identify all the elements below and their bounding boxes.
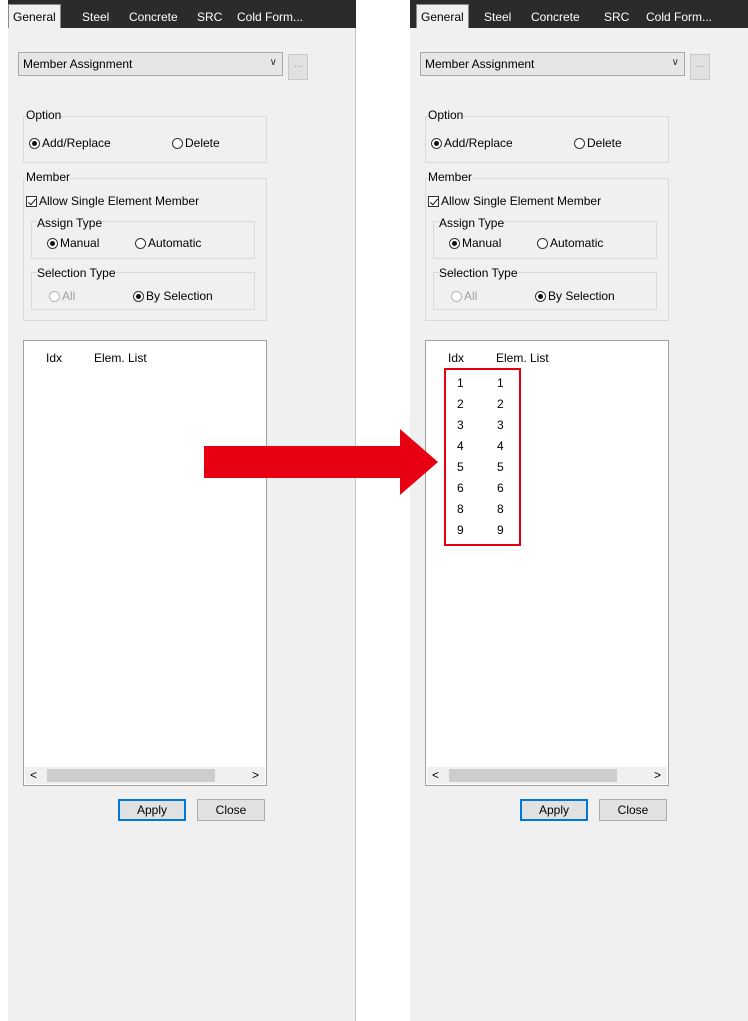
close-button[interactable]: Close (197, 799, 265, 821)
by-selection-radio[interactable]: By Selection (535, 288, 615, 304)
delete-label: Delete (587, 136, 622, 150)
scroll-right-arrow-icon[interactable]: > (654, 768, 661, 782)
scroll-right-arrow-icon[interactable]: > (252, 768, 259, 782)
assign-type-group: Assign Type Manual Automatic (31, 216, 255, 259)
checkbox-checked-icon (26, 196, 37, 208)
radio-checked-icon (431, 138, 442, 150)
radio-unchecked-icon (451, 291, 462, 303)
assign-type-title: Assign Type (37, 216, 103, 230)
by-selection-label: By Selection (548, 289, 615, 303)
radio-checked-icon (449, 238, 460, 250)
assign-type-title: Assign Type (439, 216, 505, 230)
radio-unchecked-icon (49, 291, 60, 303)
tab-bar: General Steel Concrete SRC Cold Form... (8, 0, 356, 28)
column-header-idx[interactable]: Idx (448, 351, 464, 365)
tab-general[interactable]: General (8, 4, 61, 28)
tab-general[interactable]: General (416, 4, 469, 28)
add-replace-radio[interactable]: Add/Replace (29, 135, 111, 151)
tab-cold-form[interactable]: Cold Form... (646, 6, 712, 28)
allow-single-element-checkbox[interactable]: Allow Single Element Member (428, 193, 601, 209)
all-label: All (62, 289, 76, 303)
tab-concrete[interactable]: Concrete (531, 6, 580, 28)
tab-steel[interactable]: Steel (484, 6, 511, 28)
by-selection-radio[interactable]: By Selection (133, 288, 213, 304)
highlight-box (444, 368, 521, 546)
radio-checked-icon (29, 138, 40, 150)
assign-type-group: Assign Type Manual Automatic (433, 216, 657, 259)
scroll-thumb[interactable] (449, 769, 617, 782)
scroll-left-arrow-icon[interactable]: < (432, 768, 439, 782)
horizontal-scrollbar[interactable]: < > (427, 767, 667, 784)
red-arrow-icon (204, 429, 438, 495)
member-group-title: Member (428, 170, 473, 184)
delete-label: Delete (185, 136, 220, 150)
scroll-left-arrow-icon[interactable]: < (30, 768, 37, 782)
tab-bar: General Steel Concrete SRC Cold Form... (410, 0, 748, 28)
option-group: Option Add/Replace Delete (23, 108, 267, 163)
radio-unchecked-icon (135, 238, 146, 250)
manual-radio[interactable]: Manual (47, 235, 99, 251)
radio-checked-icon (535, 291, 546, 303)
add-replace-label: Add/Replace (42, 136, 111, 150)
delete-radio[interactable]: Delete (172, 135, 220, 151)
option-group-title: Option (428, 108, 464, 122)
dropdown-value: Member Assignment (23, 57, 133, 71)
selection-type-title: Selection Type (439, 266, 518, 280)
member-group-title: Member (26, 170, 71, 184)
automatic-label: Automatic (148, 236, 202, 250)
function-dropdown[interactable]: Member Assignment ∨ (18, 52, 283, 76)
delete-radio[interactable]: Delete (574, 135, 622, 151)
column-header-elem-list[interactable]: Elem. List (94, 351, 147, 365)
tab-steel[interactable]: Steel (82, 6, 109, 28)
chevron-down-icon: ∨ (269, 57, 277, 68)
member-group: Member Allow Single Element Member Assig… (425, 170, 669, 321)
apply-button[interactable]: Apply (118, 799, 186, 821)
selection-type-group: Selection Type All By Selection (433, 266, 657, 310)
checkbox-checked-icon (428, 196, 439, 208)
tab-cold-form[interactable]: Cold Form... (237, 6, 303, 28)
all-label: All (464, 289, 478, 303)
left-panel-before: General Steel Concrete SRC Cold Form... … (8, 0, 356, 1021)
allow-single-element-checkbox[interactable]: Allow Single Element Member (26, 193, 199, 209)
column-header-elem-list[interactable]: Elem. List (496, 351, 549, 365)
radio-checked-icon (133, 291, 144, 303)
dropdown-value: Member Assignment (425, 57, 535, 71)
function-dropdown[interactable]: Member Assignment ∨ (420, 52, 685, 76)
allow-single-label: Allow Single Element Member (39, 194, 200, 208)
scroll-thumb[interactable] (47, 769, 215, 782)
all-radio: All (451, 288, 477, 304)
manual-label: Manual (462, 236, 502, 250)
radio-checked-icon (47, 238, 58, 250)
horizontal-scrollbar[interactable]: < > (25, 767, 265, 784)
manual-radio[interactable]: Manual (449, 235, 501, 251)
allow-single-label: Allow Single Element Member (441, 194, 602, 208)
element-list[interactable]: Idx Elem. List < > (23, 340, 267, 786)
member-group: Member Allow Single Element Member Assig… (23, 170, 267, 321)
tab-src[interactable]: SRC (197, 6, 222, 28)
radio-unchecked-icon (537, 238, 548, 250)
option-group-title: Option (26, 108, 62, 122)
automatic-label: Automatic (550, 236, 604, 250)
chevron-down-icon: ∨ (671, 57, 679, 68)
tab-concrete[interactable]: Concrete (129, 6, 178, 28)
selection-type-title: Selection Type (37, 266, 116, 280)
radio-unchecked-icon (172, 138, 183, 150)
selection-type-group: Selection Type All By Selection (31, 266, 255, 310)
by-selection-label: By Selection (146, 289, 213, 303)
manual-label: Manual (60, 236, 100, 250)
radio-unchecked-icon (574, 138, 585, 150)
all-radio: All (49, 288, 75, 304)
automatic-radio[interactable]: Automatic (135, 235, 201, 251)
more-button[interactable]: ... (690, 54, 710, 80)
add-replace-radio[interactable]: Add/Replace (431, 135, 513, 151)
apply-button[interactable]: Apply (520, 799, 588, 821)
automatic-radio[interactable]: Automatic (537, 235, 603, 251)
close-button[interactable]: Close (599, 799, 667, 821)
tab-src[interactable]: SRC (604, 6, 629, 28)
more-button[interactable]: ... (288, 54, 308, 80)
add-replace-label: Add/Replace (444, 136, 513, 150)
option-group: Option Add/Replace Delete (425, 108, 669, 163)
column-header-idx[interactable]: Idx (46, 351, 62, 365)
